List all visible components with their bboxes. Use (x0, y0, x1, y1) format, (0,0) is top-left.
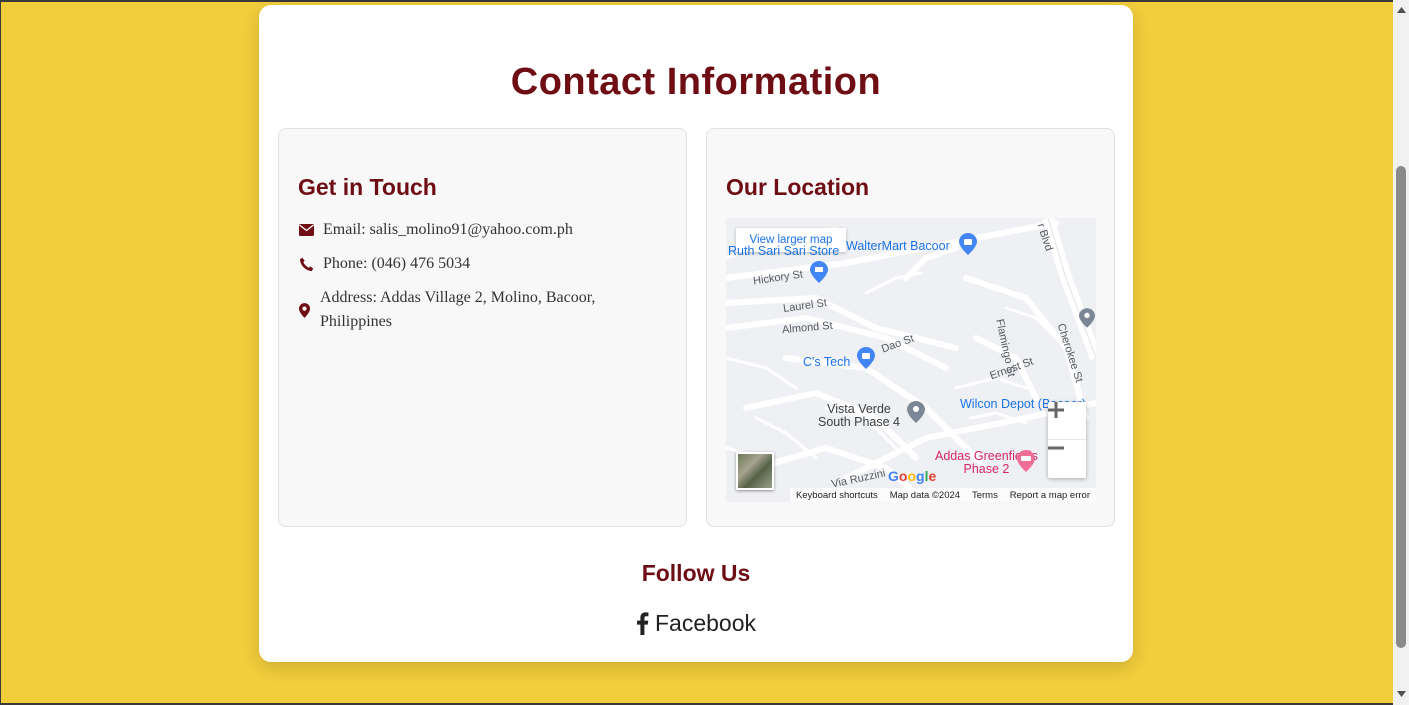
map-place-ruth-store[interactable]: Ruth Sari Sari Store (728, 244, 839, 258)
follow-us-heading: Follow Us (641, 560, 751, 586)
vertical-scrollbar[interactable] (1393, 0, 1409, 705)
plus-icon (1048, 402, 1064, 418)
facebook-icon (636, 612, 649, 635)
map-footer: Keyboard shortcuts Map data ©2024 Terms … (790, 488, 1096, 502)
embedded-map[interactable]: View larger map WalterMart Bacoor Ruth S… (726, 218, 1096, 502)
terms-link[interactable]: Terms (972, 490, 998, 501)
report-map-error-link[interactable]: Report a map error (1010, 490, 1090, 501)
contact-card: Contact Information Get in Touch Email: … (259, 5, 1133, 662)
keyboard-shortcuts-link[interactable]: Keyboard shortcuts (796, 490, 878, 501)
get-in-touch-heading: Get in Touch (298, 174, 437, 200)
address-text: Address: Addas Village 2, Molino, Bacoor… (320, 289, 596, 330)
phone-icon (298, 252, 314, 276)
google-logo: Google (888, 468, 937, 484)
map-place-vista-verde[interactable]: Vista Verde South Phase 4 (818, 403, 900, 429)
zoom-controls (1048, 402, 1086, 478)
address-row: Address: Addas Village 2, Molino, Bacoor… (298, 286, 628, 334)
map-streets (726, 218, 1096, 502)
minus-icon (1048, 446, 1064, 450)
page-title: Contact Information (510, 61, 882, 103)
phone-row: Phone: (046) 476 5034 (298, 252, 470, 276)
facebook-link[interactable]: Facebook (636, 610, 756, 637)
email-link[interactable]: Email: salis_molino91@yahoo.com.ph (323, 218, 573, 242)
map-data-text: Map data ©2024 (889, 489, 961, 501)
window-frame-left (0, 0, 1, 705)
map-pin-icon (298, 286, 311, 334)
scroll-down-arrow-icon[interactable] (1393, 686, 1409, 702)
our-location-heading: Our Location (726, 174, 870, 200)
scrollbar-thumb[interactable] (1396, 166, 1406, 648)
social-links: Facebook (259, 610, 1133, 637)
our-location-panel: Our Location View larger map WalterMart … (706, 128, 1115, 527)
scroll-up-arrow-icon[interactable] (1393, 2, 1409, 18)
zoom-out-button[interactable] (1048, 440, 1086, 478)
satellite-layer-toggle[interactable] (736, 452, 774, 490)
facebook-label: Facebook (654, 610, 756, 636)
window-frame-top (0, 0, 1393, 2)
zoom-in-button[interactable] (1048, 402, 1086, 440)
get-in-touch-panel: Get in Touch Email: salis_molino91@yahoo… (278, 128, 687, 527)
email-row: Email: salis_molino91@yahoo.com.ph (298, 218, 573, 242)
map-place-walter-mart[interactable]: WalterMart Bacoor (846, 239, 950, 253)
map-place-cs-tech[interactable]: C's Tech (803, 355, 850, 369)
phone-link[interactable]: Phone: (046) 476 5034 (323, 252, 470, 276)
envelope-icon (298, 218, 314, 242)
